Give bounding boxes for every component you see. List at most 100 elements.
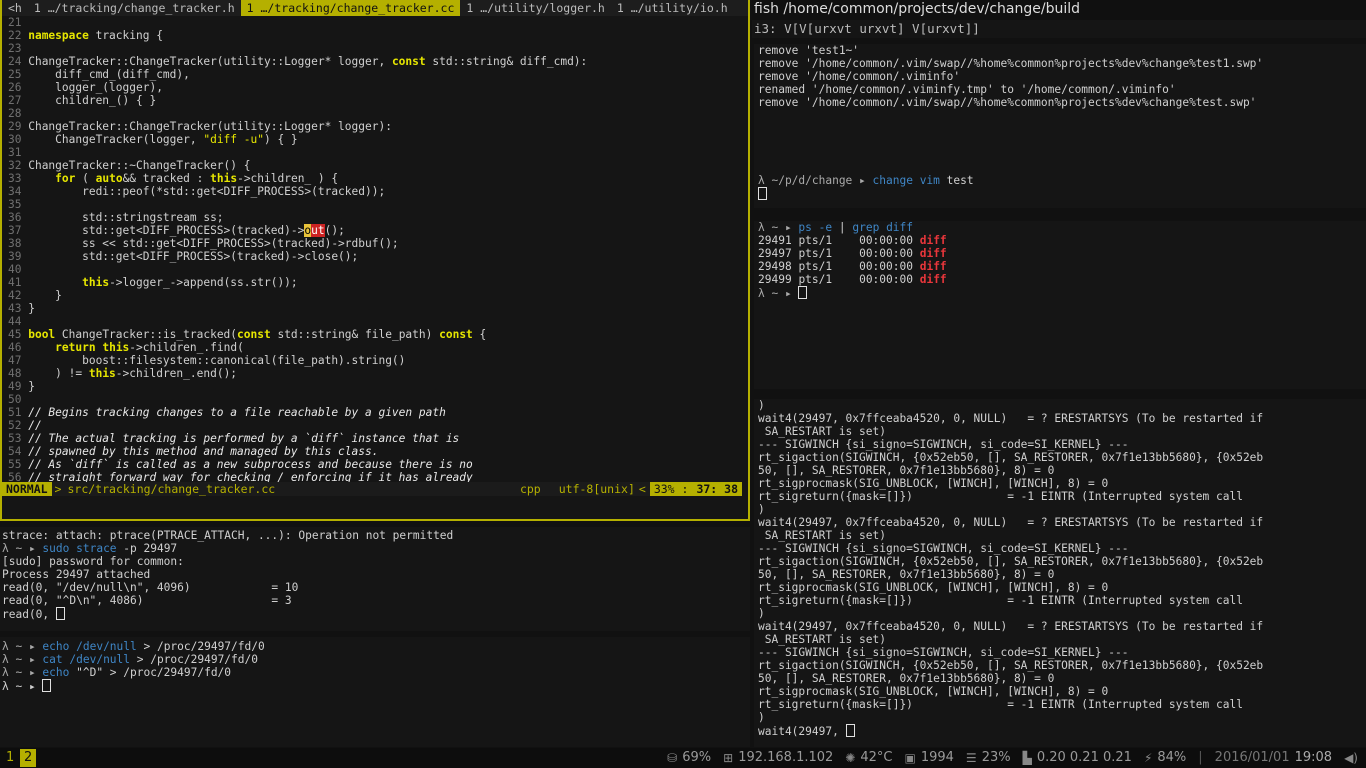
strace-line: rt_sigreturn({mask=[]}) = -1 EINTR (Inte… — [758, 594, 1243, 607]
code-line[interactable]: 49 } — [8, 380, 748, 393]
code-line[interactable]: 39 std::get<DIFF_PROCESS>(tracked)->clos… — [8, 250, 748, 263]
code-line[interactable]: 46 return this->children_.find( — [8, 341, 748, 354]
code-line[interactable]: 26 logger_(logger), — [8, 81, 748, 94]
code-line[interactable]: 48 ) != this->children_.end(); — [8, 367, 748, 380]
code-editor[interactable]: 21 22 namespace tracking {23 24 ChangeTr… — [2, 16, 748, 484]
shell-prompt: λ ~/p/d/change ▸ change vim test — [758, 174, 974, 187]
vim-tab[interactable]: 1 …/tracking/change_tracker.cc — [240, 0, 461, 16]
code-text: logger_(logger), — [28, 81, 163, 94]
code-line[interactable]: 37 std::get<DIFF_PROCESS>(tracked)->out(… — [8, 224, 748, 237]
terminal-line: renamed '/home/common/.viminfy.tmp' to '… — [758, 83, 1176, 96]
code-line[interactable]: 29 ChangeTracker::ChangeTracker(utility:… — [8, 120, 748, 133]
code-line[interactable]: 32 ChangeTracker::~ChangeTracker() { — [8, 159, 748, 172]
line-number: 36 — [8, 211, 29, 224]
terminal-line: remove 'test1~' — [758, 44, 860, 57]
shell-command: λ ~ ▸ ps -e | grep diff — [758, 221, 914, 234]
strace-terminal[interactable]: strace: attach: ptrace(PTRACE_ATTACH, ..… — [0, 527, 750, 631]
code-text: ) != this->children_.end(); — [28, 367, 238, 380]
code-line[interactable]: 41 this->logger_->append(ss.str()); — [8, 276, 748, 289]
code-text: std::get<DIFF_PROCESS>(tracked)->out(); — [28, 224, 345, 237]
plug-icon: ⚡ — [1143, 751, 1153, 765]
code-line[interactable]: 21 — [8, 16, 748, 29]
code-line[interactable]: 23 — [8, 42, 748, 55]
code-text: } — [28, 289, 62, 302]
code-line[interactable]: 54 // spawned by this method and managed… — [8, 445, 748, 458]
strace-line: ) — [758, 607, 765, 620]
code-line[interactable]: 53 // The actual tracking is performed b… — [8, 432, 748, 445]
line-number: 55 — [8, 458, 29, 471]
memory-icon: ☰ — [965, 751, 977, 765]
code-text: ChangeTracker::ChangeTracker(utility::Lo… — [28, 55, 588, 68]
strace-line: wait4(29497, — [758, 724, 1366, 738]
speaker-icon[interactable]: ◀) — [1344, 748, 1358, 768]
code-line[interactable]: 40 — [8, 263, 748, 276]
strace-output-terminal[interactable]: ) wait4(29497, 0x7ffceaba4520, 0, NULL) =… — [754, 399, 1366, 747]
line-number: 47 — [8, 354, 29, 367]
line-number: 39 — [8, 250, 29, 263]
code-line[interactable]: 42 } — [8, 289, 748, 302]
line-number: 27 — [8, 94, 29, 107]
process-row: 29499 pts/1 00:00:00 diff — [758, 273, 947, 286]
code-text: } — [28, 380, 35, 393]
code-line[interactable]: 31 — [8, 146, 748, 159]
line-number: 53 — [8, 432, 29, 445]
code-text: this->logger_->append(ss.str()); — [82, 276, 298, 289]
memory-usage: 23% — [981, 750, 1011, 765]
workspace-2[interactable]: 2 — [20, 749, 37, 767]
terminal-line: λ ~ ▸ echo /dev/null > /proc/29497/fd/0 — [2, 640, 265, 653]
code-line[interactable]: 24 ChangeTracker::ChangeTracker(utility:… — [8, 55, 748, 68]
workspace-1[interactable]: 1 — [2, 749, 18, 767]
code-line[interactable]: 34 redi::peof(*std::get<DIFF_PROCESS>(tr… — [8, 185, 748, 198]
code-line[interactable]: 27 children_() { } — [8, 94, 748, 107]
ps-terminal[interactable]: λ ~ ▸ ps -e | grep diff 29491 pts/1 00:00… — [754, 221, 1366, 389]
cpu-freq: 1994 — [920, 750, 954, 765]
strace-line: rt_sigaction(SIGWINCH, {0x52eb50, [], SA… — [758, 451, 1264, 464]
code-line[interactable]: 45 bool ChangeTracker::is_tracked(const … — [8, 328, 748, 341]
code-line[interactable]: 22 namespace tracking { — [8, 29, 748, 42]
drive-icon: ⛁ — [667, 751, 678, 765]
vim-tab[interactable]: 1 …/utility/io.h — [611, 0, 734, 16]
date: 2016/01/01 — [1214, 750, 1290, 765]
strace-line: rt_sigreturn({mask=[]}) = -1 EINTR (Inte… — [758, 490, 1243, 503]
status-filetype: cpp — [519, 482, 541, 496]
strace-line: 50, [], SA_RESTORER, 0x7f1e13bb5680}, 8)… — [758, 568, 1055, 581]
code-line[interactable]: 51 // Begins tracking changes to a file … — [8, 406, 748, 419]
strace-line: rt_sigaction(SIGWINCH, {0x52eb50, [], SA… — [758, 555, 1264, 568]
code-line[interactable]: 47 boost::filesystem::canonical(file_pat… — [8, 354, 748, 367]
line-number: 33 — [8, 172, 29, 185]
strace-line: rt_sigprocmask(SIG_UNBLOCK, [WINCH], [WI… — [758, 477, 1109, 490]
code-line[interactable]: 33 for ( auto&& tracked : this->children… — [8, 172, 748, 185]
code-line[interactable]: 36 std::stringstream ss; — [8, 211, 748, 224]
terminal-line: λ ~ ▸ sudo strace -p 29497 — [2, 542, 178, 555]
terminal-line: λ ~ ▸ echo "^D" > /proc/29497/fd/0 — [2, 666, 232, 679]
line-number: 45 — [8, 328, 29, 341]
code-line[interactable]: 35 — [8, 198, 748, 211]
echo-terminal[interactable]: λ ~ ▸ echo /dev/null > /proc/29497/fd/0 λ… — [0, 637, 750, 747]
process-row: 29498 pts/1 00:00:00 diff — [758, 260, 947, 273]
code-line[interactable]: 28 — [8, 107, 748, 120]
fish-terminal-top[interactable]: remove 'test1~' remove '/home/common/.vim… — [754, 44, 1366, 208]
vim-tab[interactable]: 1 …/utility/logger.h — [460, 0, 610, 16]
vim-pane[interactable]: <h 1 …/tracking/change_tracker.h 1 …/track… — [0, 0, 750, 521]
code-text: redi::peof(*std::get<DIFF_PROCESS>(track… — [28, 185, 386, 198]
code-line[interactable]: 43 } — [8, 302, 748, 315]
code-line[interactable]: 25 diff_cmd_(diff_cmd), — [8, 68, 748, 81]
strace-line: 50, [], SA_RESTORER, 0x7f1e13bb5680}, 8)… — [758, 464, 1055, 477]
code-line[interactable]: 30 ChangeTracker(logger, "diff -u") { } — [8, 133, 748, 146]
line-number: 40 — [8, 263, 29, 276]
strace-line: rt_sigaction(SIGWINCH, {0x52eb50, [], SA… — [758, 659, 1264, 672]
code-line[interactable]: 52 // — [8, 419, 748, 432]
line-number: 42 — [8, 289, 29, 302]
terminal-line: remove '/home/common/.vim/swap//%home%co… — [758, 57, 1264, 70]
code-line[interactable]: 55 // As `diff` is called as a new subpr… — [8, 458, 748, 471]
code-line[interactable]: 38 ss << std::get<DIFF_PROCESS>(tracked)… — [8, 237, 748, 250]
process-row: 29497 pts/1 00:00:00 diff — [758, 247, 947, 260]
vim-tab[interactable]: <h — [2, 0, 28, 16]
network-icon: ⊞ — [723, 751, 734, 765]
vim-tab[interactable]: 1 …/tracking/change_tracker.h — [28, 0, 241, 16]
strace-line: wait4(29497, 0x7ffceaba4520, 0, NULL) = … — [758, 516, 1264, 529]
strace-line: wait4(29497, 0x7ffceaba4520, 0, NULL) = … — [758, 412, 1264, 425]
code-line[interactable]: 44 — [8, 315, 748, 328]
vim-mode: NORMAL — [2, 482, 52, 496]
code-line[interactable]: 50 — [8, 393, 748, 406]
